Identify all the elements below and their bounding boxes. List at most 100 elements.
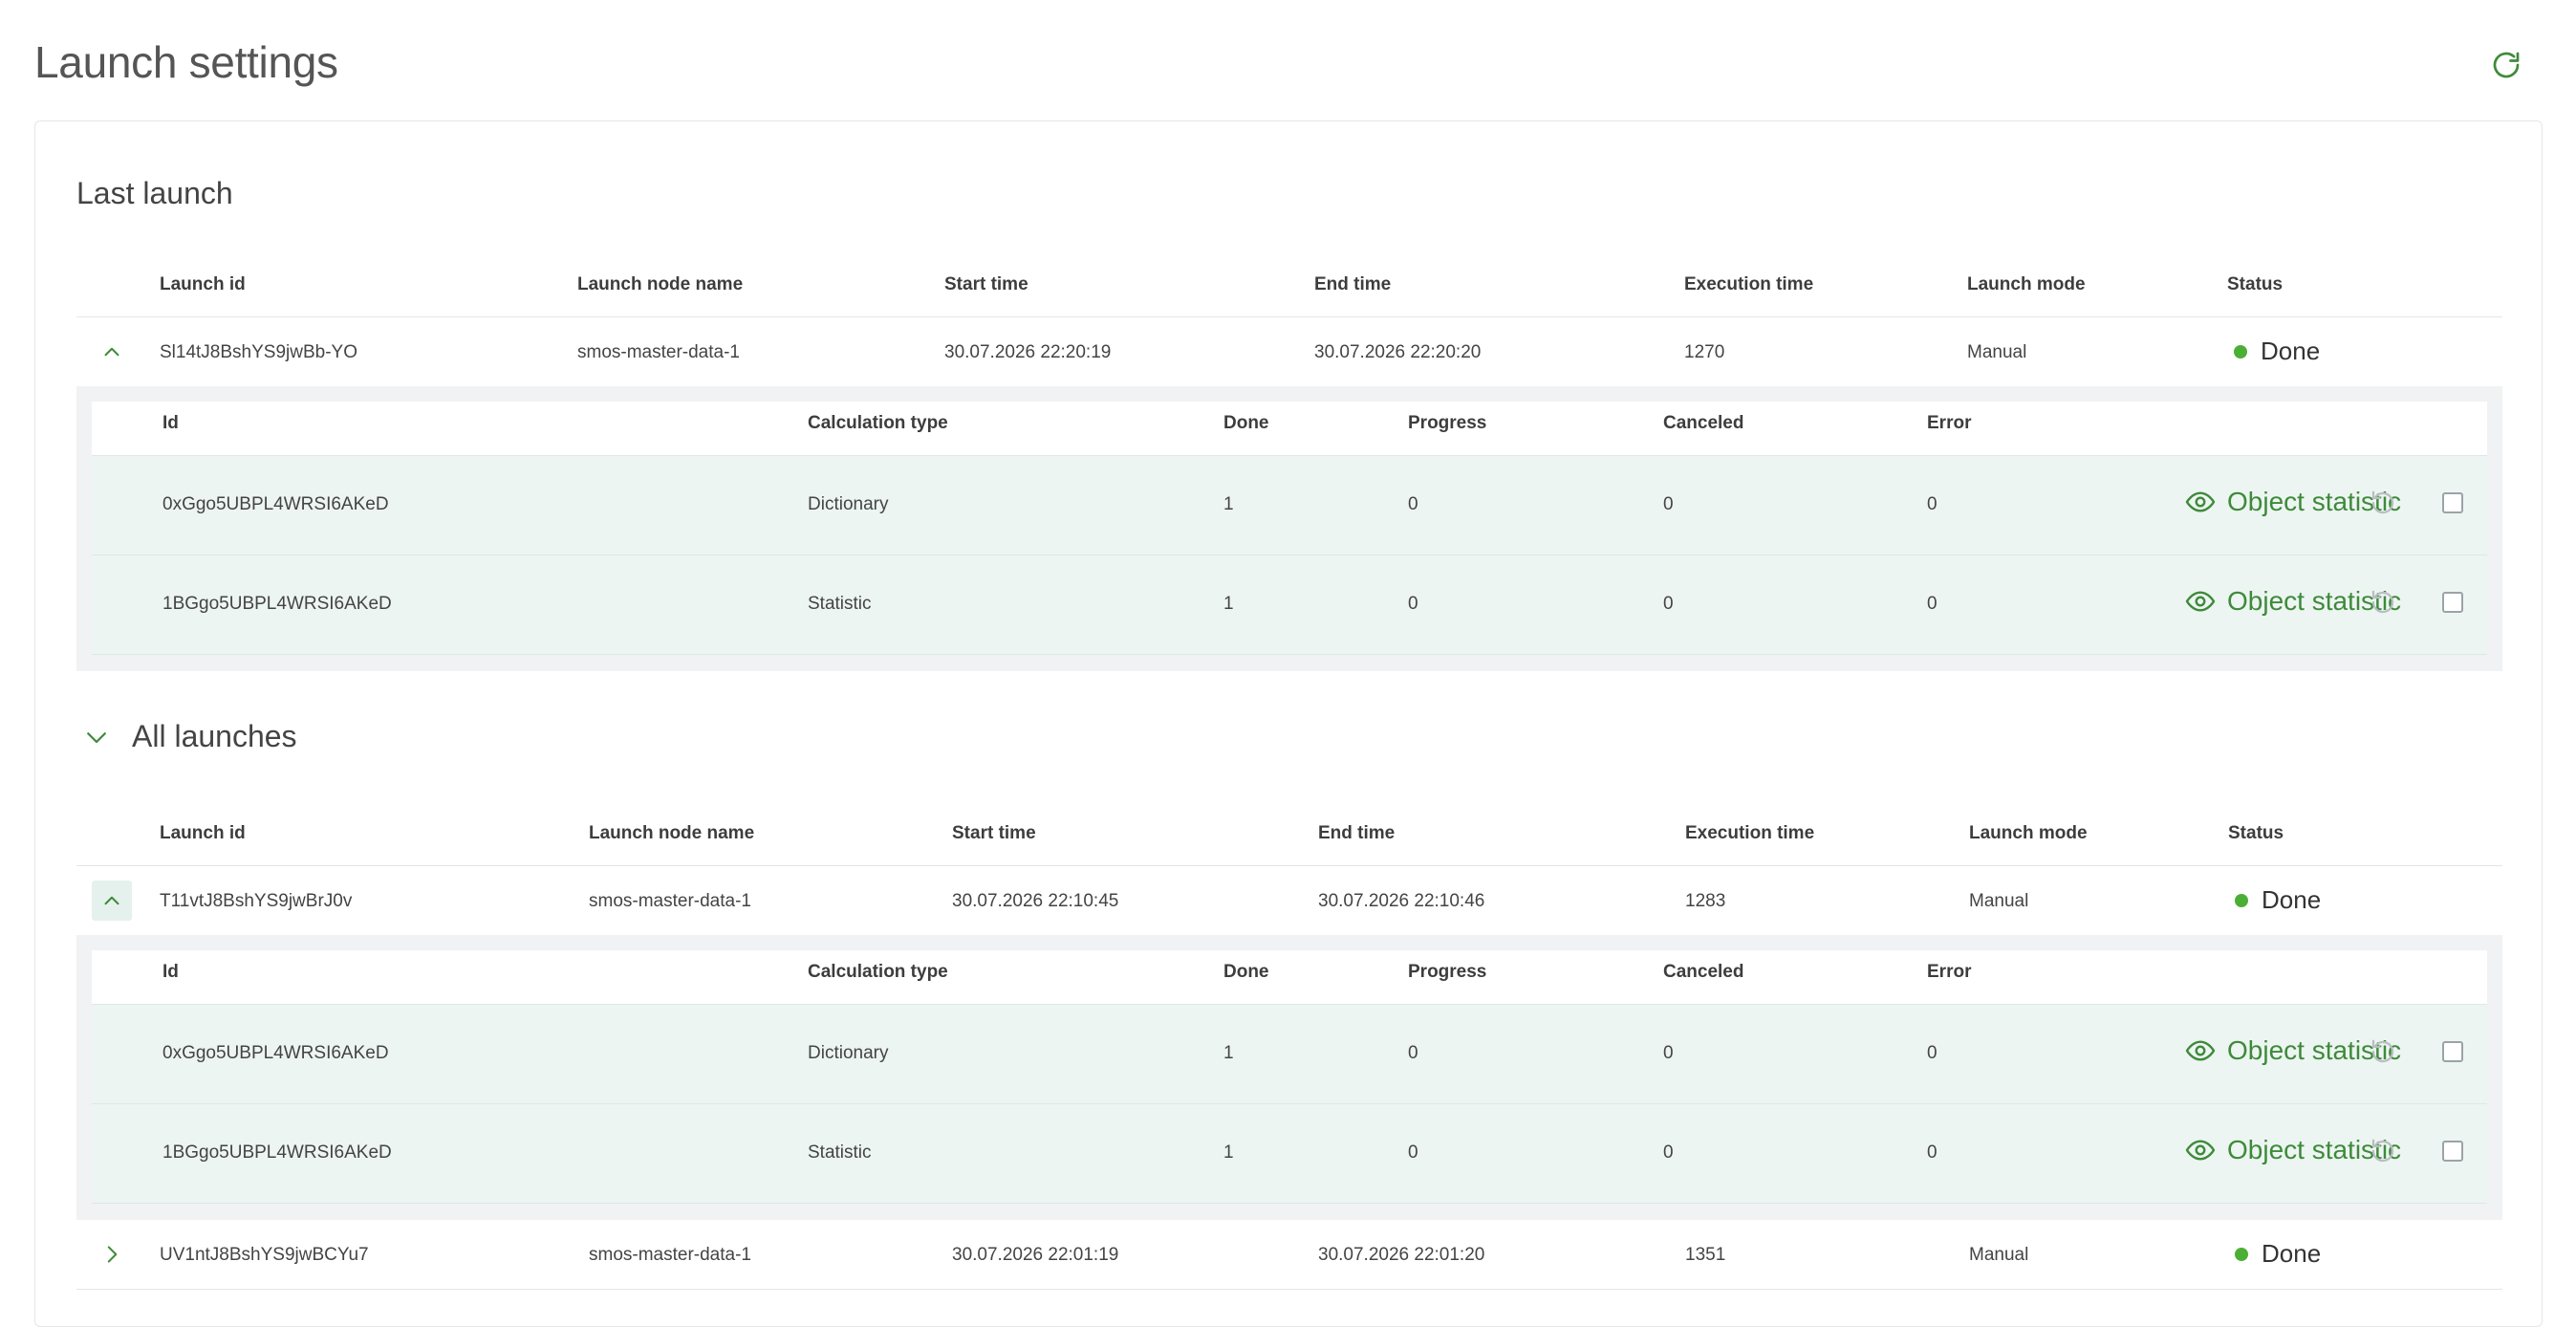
undo-icon (2371, 490, 2394, 514)
end-time: 30.07.2026 22:10:46 (1318, 891, 1485, 911)
column-launch-mode: Launch mode (1967, 274, 2086, 294)
column-launch-mode: Launch mode (1969, 823, 2088, 843)
calc-progress: 0 (1408, 494, 1418, 514)
column-calculation-type: Calculation type (808, 962, 948, 982)
column-progress: Progress (1408, 962, 1487, 982)
calc-error: 0 (1927, 494, 1937, 514)
eye-icon (2185, 591, 2216, 612)
launch-id: Sl14tJ8BshYS9jwBb-YO (160, 342, 357, 362)
eye-icon (2185, 1040, 2216, 1061)
calc-canceled: 0 (1663, 1043, 1674, 1063)
calc-type: Dictionary (808, 494, 889, 514)
table-row: 0xGgo5UBPL4WRSI6AKeD Dictionary 1 0 0 0 … (92, 456, 2487, 555)
calc-done: 1 (1223, 494, 1234, 514)
calc-canceled: 0 (1663, 1142, 1674, 1163)
refresh-button[interactable] (2489, 48, 2523, 82)
calc-error: 0 (1927, 594, 1937, 614)
calc-id: 0xGgo5UBPL4WRSI6AKeD (162, 494, 389, 514)
last-launch-details: Id Calculation type Done Progress Cancel… (76, 386, 2502, 671)
column-start-time: Start time (952, 823, 1036, 843)
calc-progress: 0 (1408, 594, 1418, 614)
restart-button[interactable] (2369, 1137, 2397, 1165)
calc-done: 1 (1223, 594, 1234, 614)
select-checkbox[interactable] (2442, 592, 2463, 613)
execution-time: 1283 (1685, 891, 1726, 911)
select-checkbox[interactable] (2442, 492, 2463, 513)
column-done: Done (1223, 962, 1269, 982)
status-badge: Done (2234, 337, 2320, 366)
calc-error: 0 (1927, 1043, 1937, 1063)
calc-progress: 0 (1408, 1043, 1418, 1063)
eye-icon (2185, 1140, 2216, 1161)
column-launch-id: Launch id (160, 274, 246, 294)
calc-type: Statistic (808, 1142, 872, 1163)
end-time: 30.07.2026 22:20:20 (1314, 342, 1482, 362)
launch-id: UV1ntJ8BshYS9jwBCYu7 (160, 1245, 369, 1265)
select-checkbox[interactable] (2442, 1041, 2463, 1062)
status-dot (2235, 893, 2248, 907)
undo-icon (2371, 1139, 2394, 1163)
launch-mode: Manual (1969, 891, 2029, 911)
all-launches-title: All launches (132, 719, 297, 753)
table-row: 1BGgo5UBPL4WRSI6AKeD Statistic 1 0 0 0 O… (92, 1104, 2487, 1204)
calc-error: 0 (1927, 1142, 1937, 1163)
undo-icon (2371, 1039, 2394, 1063)
launch-node-name: smos-master-data-1 (589, 891, 751, 911)
column-canceled: Canceled (1663, 413, 1744, 433)
table-row: 1BGgo5UBPL4WRSI6AKeD Statistic 1 0 0 0 O… (92, 555, 2487, 655)
chevron-up-icon (104, 347, 119, 357)
status-text: Done (2262, 1239, 2322, 1268)
detail-table-header: Id Calculation type Done Progress Cancel… (92, 950, 2487, 1005)
calc-done: 1 (1223, 1043, 1234, 1063)
launch-row[interactable]: T11vtJ8BshYS9jwBrJ0v smos-master-data-1 … (76, 866, 2502, 936)
restart-button[interactable] (2369, 1037, 2397, 1066)
collapse-row-button[interactable] (92, 332, 132, 372)
column-error: Error (1927, 413, 1972, 433)
select-checkbox[interactable] (2442, 1141, 2463, 1162)
undo-icon (2371, 590, 2394, 614)
column-status: Status (2227, 274, 2284, 294)
chevron-up-icon (104, 896, 119, 905)
column-status: Status (2228, 823, 2284, 843)
execution-time: 1270 (1684, 342, 1725, 362)
last-launch-title: Last launch (76, 176, 233, 210)
calc-done: 1 (1223, 1142, 1234, 1163)
status-dot (2234, 344, 2247, 359)
all-launches-toggle[interactable]: All launches (82, 719, 297, 754)
table-row: 0xGgo5UBPL4WRSI6AKeD Dictionary 1 0 0 0 … (92, 1005, 2487, 1104)
expand-row-button[interactable] (92, 1234, 132, 1274)
column-launch-node-name: Launch node name (589, 823, 755, 843)
column-error: Error (1927, 962, 1972, 982)
restart-button[interactable] (2369, 588, 2397, 617)
launch-details: Id Calculation type Done Progress Cancel… (76, 935, 2502, 1220)
launch-node-name: smos-master-data-1 (589, 1245, 751, 1265)
column-canceled: Canceled (1663, 962, 1744, 982)
calc-id: 1BGgo5UBPL4WRSI6AKeD (162, 594, 392, 614)
column-id: Id (162, 413, 179, 433)
eye-icon (2185, 491, 2216, 512)
end-time: 30.07.2026 22:01:20 (1318, 1245, 1485, 1265)
last-launch-row[interactable]: Sl14tJ8BshYS9jwBb-YO smos-master-data-1 … (76, 317, 2502, 387)
all-launches-table-header: Launch id Launch node name Start time En… (76, 812, 2502, 866)
column-id: Id (162, 962, 179, 982)
launch-id: T11vtJ8BshYS9jwBrJ0v (160, 891, 353, 911)
detail-table-header: Id Calculation type Done Progress Cancel… (92, 402, 2487, 456)
restart-button[interactable] (2369, 489, 2397, 517)
chevron-right-icon (107, 1246, 118, 1263)
execution-time: 1351 (1685, 1245, 1726, 1265)
calc-id: 1BGgo5UBPL4WRSI6AKeD (162, 1142, 392, 1163)
calc-id: 0xGgo5UBPL4WRSI6AKeD (162, 1043, 389, 1063)
collapse-row-button[interactable] (92, 881, 132, 921)
column-done: Done (1223, 413, 1269, 433)
start-time: 30.07.2026 22:10:45 (952, 891, 1119, 911)
launch-row[interactable]: UV1ntJ8BshYS9jwBCYu7 smos-master-data-1 … (76, 1220, 2502, 1290)
column-calculation-type: Calculation type (808, 413, 948, 433)
start-time: 30.07.2026 22:01:19 (952, 1245, 1119, 1265)
column-launch-id: Launch id (160, 823, 246, 843)
calc-type: Statistic (808, 594, 872, 614)
column-execution-time: Execution time (1685, 823, 1815, 843)
start-time: 30.07.2026 22:20:19 (944, 342, 1112, 362)
status-dot (2235, 1247, 2248, 1261)
calc-canceled: 0 (1663, 594, 1674, 614)
column-execution-time: Execution time (1684, 274, 1814, 294)
